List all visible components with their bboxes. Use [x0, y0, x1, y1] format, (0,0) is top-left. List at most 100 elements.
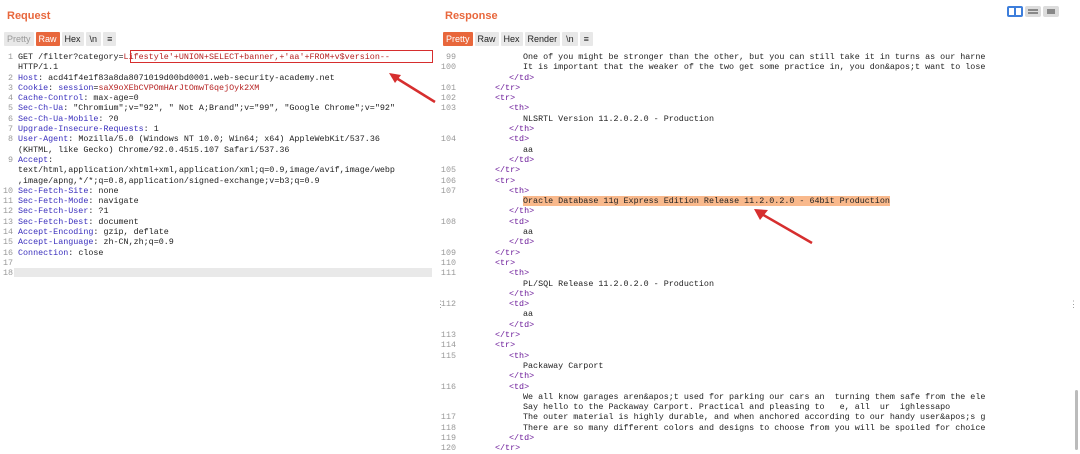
response-code-line: 116 <td> — [440, 382, 1080, 392]
request-code-line: 1 GET /filter?category=Lifestyle'+UNION+S… — [0, 52, 438, 62]
response-code-line: </th> — [440, 371, 1080, 381]
text-value: : acd41f4e1f83a8da8071019d00bd0001.web-s… — [38, 72, 335, 83]
text-value: The outer material is highly durable, an… — [523, 412, 986, 423]
response-code-line: 106 <tr> — [440, 176, 1080, 186]
line-number: 11 — [2, 196, 13, 207]
line-text: aa — [495, 227, 533, 237]
line-text: <tr> — [495, 258, 515, 268]
line-number: 111 — [440, 268, 456, 279]
html-tag: <tr> — [495, 93, 516, 104]
request-tab-pretty[interactable]: Pretty — [4, 32, 34, 46]
line-number: 116 — [440, 381, 456, 392]
text-value: We all know garages aren&apos;t used for… — [523, 391, 986, 402]
text-value: : none — [88, 185, 119, 196]
html-tag: <tr> — [495, 340, 516, 351]
response-tab-newline[interactable]: \n — [562, 32, 578, 46]
html-tag: <th> — [509, 185, 530, 196]
text-value: ,image/apng,*/*;q=0.8,application/signed… — [18, 175, 320, 186]
request-code-line: 11 Sec-Fetch-Mode: navigate — [0, 196, 438, 206]
response-tab-pretty[interactable]: Pretty — [443, 32, 473, 46]
response-code-line: aa — [440, 145, 1080, 155]
response-code-line: 105 </tr> — [440, 165, 1080, 175]
highlighted-value: saX9oXEbCVPOmHArJtOmwT6qejOyk2XM — [98, 82, 260, 93]
html-tag: <td> — [509, 134, 530, 145]
request-code-line: 4 Cache-Control: max-age=0 — [0, 93, 438, 103]
line-text: Sec-Fetch-User: ?1 — [18, 206, 108, 216]
response-code-line: </td> — [440, 320, 1080, 330]
request-code-line: 9 Accept: — [0, 155, 438, 165]
html-tag: </td> — [509, 154, 535, 165]
line-number: 103 — [440, 103, 456, 114]
line-text: Host: acd41f4e1f83a8da8071019d00bd0001.w… — [18, 73, 335, 83]
response-resize-handle[interactable]: ⋮ — [1069, 300, 1078, 310]
line-text: <tr> — [495, 340, 515, 350]
request-tab-hex[interactable]: Hex — [61, 32, 84, 46]
line-text: <td> — [495, 299, 529, 309]
request-code-line: 12 Sec-Fetch-User: ?1 — [0, 206, 438, 216]
response-tab-hex[interactable]: Hex — [500, 32, 523, 46]
response-code-line: 112 <td> — [440, 299, 1080, 309]
line-text: User-Agent: Mozilla/5.0 (Windows NT 10.0… — [18, 134, 380, 144]
html-tag: <tr> — [495, 175, 516, 186]
text-value: One of you might be stronger than the ot… — [523, 52, 986, 62]
html-tag: </td> — [509, 432, 535, 443]
header-name: Accept — [18, 154, 49, 165]
header-name: User-Agent — [18, 134, 69, 145]
line-number: 110 — [440, 257, 456, 268]
line-text: </tr> — [495, 248, 520, 258]
line-text: Sec-Fetch-Site: none — [18, 186, 119, 196]
html-tag: </tr> — [495, 247, 521, 258]
html-tag: </td> — [509, 72, 535, 83]
line-number: 1 — [7, 52, 13, 62]
line-text: Sec-Fetch-Dest: document — [18, 217, 139, 227]
text-value: Packaway Carport — [523, 360, 604, 371]
request-code-line: 10 Sec-Fetch-Site: none — [0, 186, 438, 196]
request-view-tabs: Pretty Raw Hex \n ≡ — [4, 32, 117, 46]
text-value: It is important that the weaker of the t… — [523, 62, 986, 73]
line-number: 2 — [7, 72, 13, 83]
request-tab-newline[interactable]: \n — [85, 32, 102, 46]
line-text: Upgrade-Insecure-Requests: 1 — [18, 124, 159, 134]
line-text: Say hello to the Packaway Carport. Pract… — [495, 402, 950, 412]
response-code-line: 120 </tr> — [440, 443, 1080, 453]
line-text: aa — [495, 309, 533, 319]
line-number: 100 — [440, 62, 456, 73]
request-tab-raw[interactable]: Raw — [35, 32, 60, 46]
text-value: : navigate — [88, 196, 139, 207]
response-code-line: </td> — [440, 237, 1080, 247]
response-tab-menu[interactable]: ≡ — [579, 32, 593, 46]
header-name: Sec-Fetch-User — [18, 206, 89, 217]
line-text: (KHTML, like Gecko) Chrome/92.0.4515.107… — [18, 145, 289, 155]
line-text: Cache-Control: max-age=0 — [18, 93, 139, 103]
response-code-line: 104 <td> — [440, 134, 1080, 144]
text-value: aa — [523, 227, 534, 238]
line-number: 113 — [440, 330, 456, 341]
text-value: : document — [88, 216, 139, 227]
text-value: : ?1 — [88, 206, 109, 217]
line-text: </tr> — [495, 443, 520, 453]
line-text: </tr> — [495, 330, 520, 340]
line-text: </td> — [495, 320, 534, 330]
line-number: 7 — [7, 124, 13, 135]
request-code-line: HTTP/1.1 — [0, 62, 438, 72]
response-code-line: </th> — [440, 206, 1080, 216]
response-tab-render[interactable]: Render — [524, 32, 561, 46]
response-tab-raw[interactable]: Raw — [474, 32, 499, 46]
header-name: Cache-Control — [18, 93, 84, 104]
request-code-line: 18 — [0, 268, 438, 278]
header-name: Sec-Ch-Ua-Mobile — [18, 113, 99, 124]
text-value: Say hello to the Packaway Carport. Pract… — [523, 402, 951, 413]
line-number: 118 — [440, 422, 456, 433]
line-text: <th> — [495, 268, 529, 278]
header-name: Upgrade-Insecure-Requests — [18, 124, 144, 135]
request-editor[interactable]: 1 GET /filter?category=Lifestyle'+UNION+S… — [0, 52, 438, 454]
response-code-line: </th> — [440, 124, 1080, 134]
text-value: : gzip, deflate — [93, 227, 169, 238]
request-tab-menu[interactable]: ≡ — [103, 32, 117, 46]
response-scrollbar[interactable] — [1075, 390, 1078, 450]
line-text: </td> — [495, 155, 534, 165]
response-editor[interactable]: 99 One of you might be stronger than the … — [440, 52, 1080, 454]
line-number: 105 — [440, 165, 456, 176]
request-code-line: text/html,application/xhtml+xml,applicat… — [0, 165, 438, 175]
text-value: PL/SQL Release 11.2.0.2.0 - Production — [523, 278, 714, 289]
